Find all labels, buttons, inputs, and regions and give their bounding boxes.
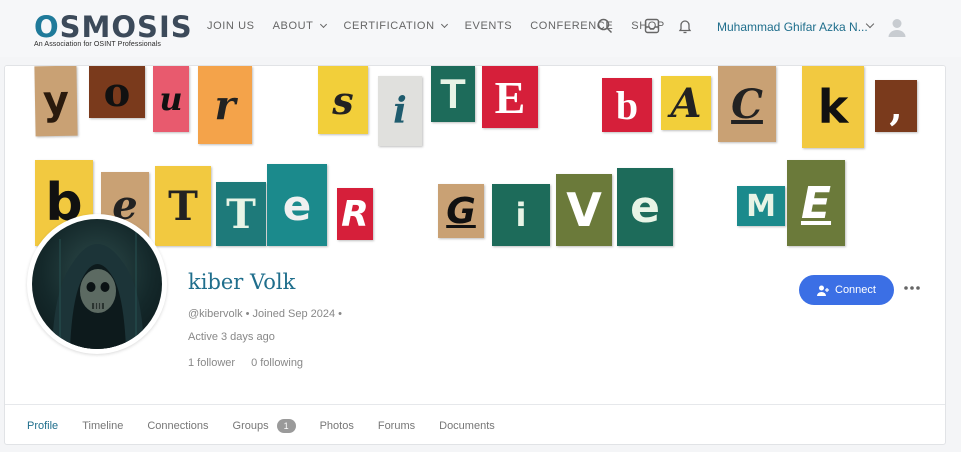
- nav-certification-label: CERTIFICATION: [343, 20, 435, 32]
- nav-join-us[interactable]: JOIN US: [207, 20, 255, 32]
- tab-label: Profile: [27, 420, 59, 432]
- tab-profile[interactable]: Profile: [27, 405, 59, 444]
- cover-letter: o: [89, 66, 145, 118]
- cover-letter: T: [431, 66, 475, 122]
- tab-label: Documents: [439, 420, 495, 432]
- cover-letter: ,: [875, 80, 917, 132]
- cover-letter: u: [153, 66, 189, 132]
- top-navbar: OSMOSIS An Association for OSINT Profess…: [0, 0, 961, 57]
- cover-image: y o u r s i T E b A C k , b e T T e R G …: [5, 66, 945, 248]
- cover-letter: e: [617, 168, 673, 246]
- cover-letter: T: [216, 182, 266, 246]
- tab-documents[interactable]: Documents: [439, 405, 495, 444]
- nav-certification[interactable]: CERTIFICATION: [343, 20, 448, 32]
- cover-letter: E: [787, 160, 845, 246]
- add-user-icon: [817, 285, 829, 296]
- cover-letter: e: [267, 164, 327, 246]
- cover-letter: y: [34, 66, 78, 137]
- user-avatar[interactable]: [886, 16, 908, 38]
- cover-letter: A: [661, 76, 711, 130]
- profile-name: kiber Volk: [188, 270, 296, 294]
- cover-letter: k: [802, 66, 864, 148]
- search-icon[interactable]: [596, 17, 614, 35]
- connect-label: Connect: [835, 284, 876, 296]
- tab-groups[interactable]: Groups 1: [232, 405, 296, 444]
- nav-events-label: EVENTS: [464, 20, 513, 32]
- nav-join-us-label: JOIN US: [207, 20, 255, 32]
- cover-letter: i: [492, 184, 550, 246]
- tab-photos[interactable]: Photos: [319, 405, 354, 444]
- cover-letter: i: [378, 76, 422, 146]
- cover-letter: s: [318, 66, 368, 134]
- more-options-icon[interactable]: [903, 280, 921, 296]
- cover-letter: b: [602, 78, 652, 132]
- cover-letter: T: [155, 166, 211, 246]
- tab-label: Connections: [147, 420, 209, 432]
- user-menu-name[interactable]: Muhammad Ghifar Azka N...: [717, 20, 868, 34]
- profile-tabs: Profile Timeline Connections Groups 1 Pho…: [5, 404, 945, 444]
- tab-timeline[interactable]: Timeline: [82, 405, 124, 444]
- following-link[interactable]: 0 following: [251, 357, 303, 369]
- profile-card: y o u r s i T E b A C k , b e T T e R G …: [4, 65, 946, 445]
- cover-letter: R: [337, 188, 373, 240]
- cover-letter: V: [556, 174, 612, 246]
- tab-connections[interactable]: Connections: [147, 405, 209, 444]
- bell-icon[interactable]: [676, 17, 694, 35]
- cover-letter: r: [198, 66, 252, 144]
- chevron-down-icon: [440, 20, 448, 29]
- chevron-down-icon: [319, 20, 327, 29]
- logo-text: OSMOSIS: [34, 10, 193, 44]
- profile-last-active: Active 3 days ago: [188, 331, 275, 343]
- groups-count-badge: 1: [276, 419, 296, 433]
- follow-stats: 1 follower 0 following: [188, 357, 303, 369]
- nav-events[interactable]: EVENTS: [465, 20, 513, 32]
- followers-link[interactable]: 1 follower: [188, 357, 235, 369]
- avatar-image: [32, 219, 162, 349]
- logo-text-rest: SMOSIS: [59, 10, 193, 44]
- tab-label: Groups: [232, 420, 269, 432]
- profile-avatar[interactable]: [27, 214, 167, 354]
- hooded-figure-icon: [52, 229, 144, 349]
- site-logo[interactable]: OSMOSIS An Association for OSINT Profess…: [34, 12, 193, 48]
- nav-about-label: ABOUT: [272, 20, 314, 32]
- cover-letter: C: [718, 66, 776, 142]
- nav-about[interactable]: ABOUT: [272, 20, 327, 32]
- tab-label: Timeline: [82, 420, 124, 432]
- cover-letter: G: [438, 184, 484, 238]
- inbox-icon[interactable]: [643, 17, 661, 35]
- tab-label: Forums: [377, 420, 416, 432]
- connect-button[interactable]: Connect: [799, 275, 894, 305]
- profile-meta: @kibervolk • Joined Sep 2024 •: [188, 308, 343, 320]
- tab-label: Photos: [319, 420, 354, 432]
- cover-letter: E: [482, 66, 538, 128]
- tab-forums[interactable]: Forums: [377, 405, 416, 444]
- cover-letter: M: [737, 186, 785, 226]
